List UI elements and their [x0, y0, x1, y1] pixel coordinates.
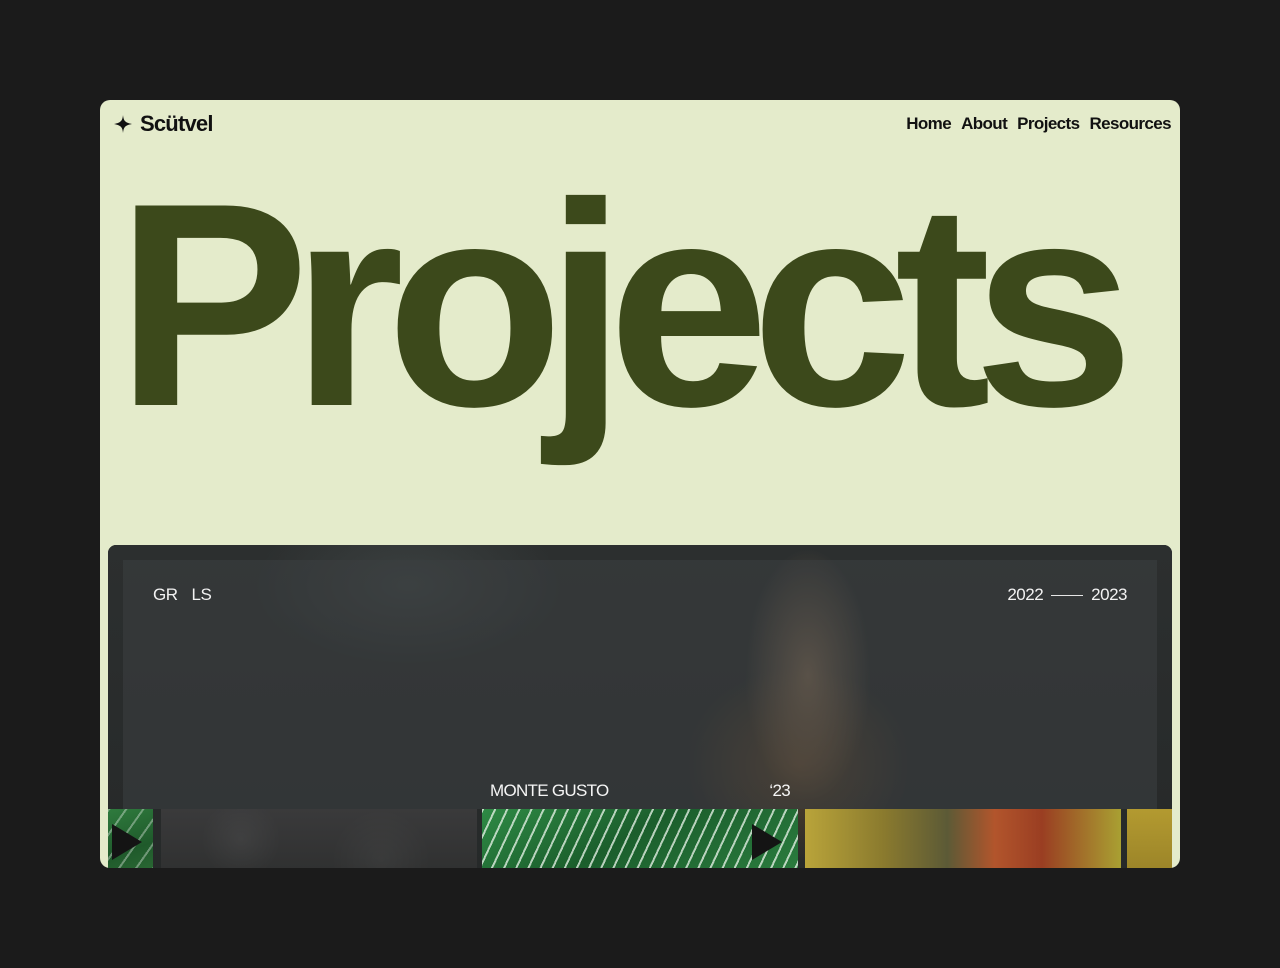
play-icon[interactable]: [752, 824, 782, 860]
featured-project-title: MONTE GUSTO: [490, 781, 609, 800]
feathers-thumbnail[interactable]: [805, 809, 1121, 868]
year-start: 2022: [1007, 585, 1044, 604]
project-showcase: GR LS 2022 2023 MONTE GUSTO ‘23: [108, 545, 1172, 868]
featured-project-year: ‘23: [769, 781, 790, 800]
brand-logo[interactable]: Scütvel: [114, 112, 213, 136]
play-icon[interactable]: [112, 824, 142, 860]
project-tags: GR LS: [153, 585, 212, 605]
tag-gr: GR: [153, 585, 178, 604]
sparkle-icon: [114, 115, 132, 133]
brand-name: Scütvel: [140, 111, 213, 136]
nav-resources-link[interactable]: Resources: [1089, 112, 1171, 136]
tag-ls: LS: [191, 585, 212, 604]
featured-project-caption: MONTE GUSTO ‘23: [490, 781, 791, 801]
nav-home-link[interactable]: Home: [906, 112, 951, 136]
page-frame: Scütvel Home About Projects Resources Pr…: [100, 100, 1180, 868]
asphalt-thumbnail[interactable]: [161, 809, 477, 868]
project-card[interactable]: GR LS 2022 2023: [123, 560, 1157, 809]
project-year-range: 2022 2023: [1007, 585, 1127, 605]
yellow-thumbnail-partial[interactable]: [1127, 809, 1172, 868]
nav-projects-link[interactable]: Projects: [1017, 112, 1080, 136]
year-end: 2023: [1091, 585, 1127, 604]
main-nav: Home About Projects Resources: [906, 112, 1171, 136]
monte-gusto-leaves-thumbnail[interactable]: [482, 809, 798, 868]
nav-about-link[interactable]: About: [961, 112, 1008, 136]
page-title: Projects: [116, 143, 1134, 467]
year-range-divider: [1051, 594, 1084, 596]
leaf-thumbnail-partial[interactable]: [108, 809, 153, 868]
